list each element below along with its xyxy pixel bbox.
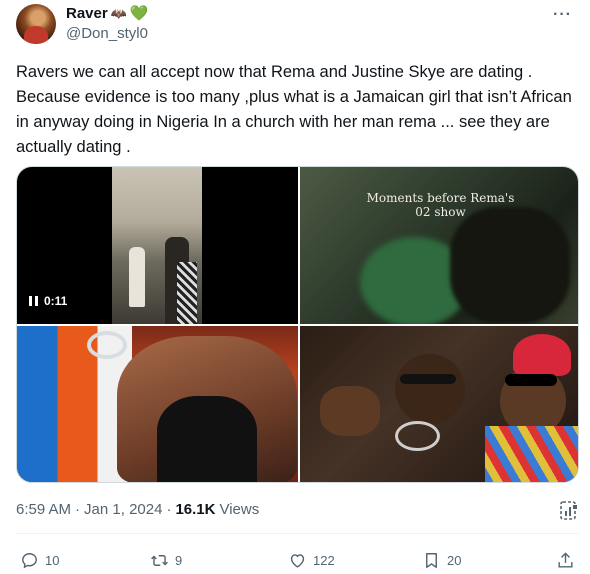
share-button[interactable] — [556, 551, 575, 570]
media-image-4[interactable] — [300, 326, 578, 482]
views-count: 16.1K — [175, 501, 216, 518]
meta-separator: · — [166, 501, 172, 518]
media-grid: 0:11 Moments before Rema's 02 show — [16, 166, 579, 483]
views-label: Views — [219, 501, 260, 518]
retweet-button[interactable]: 9 — [150, 551, 182, 570]
image-shape — [395, 354, 465, 424]
avatar[interactable] — [16, 4, 56, 44]
media-image-2[interactable]: Moments before Rema's 02 show — [300, 167, 578, 324]
media-image-3[interactable] — [17, 326, 298, 482]
divider — [16, 533, 579, 534]
green-heart-emoji: 💚 — [129, 5, 149, 22]
heart-icon — [290, 554, 305, 568]
retweet-icon — [151, 555, 168, 566]
more-options-icon[interactable]: ··· — [553, 6, 572, 24]
like-count: 122 — [313, 553, 335, 568]
reply-count: 10 — [45, 553, 60, 568]
meta-separator: · — [75, 501, 81, 518]
video-badge[interactable]: 0:11 — [29, 294, 67, 308]
image-shape — [87, 331, 127, 359]
bat-emoji: 🦇 — [110, 5, 127, 21]
reply-button[interactable]: 10 — [20, 551, 59, 570]
reply-icon — [22, 553, 37, 568]
image-caption: Moments before Rema's 02 show — [300, 191, 578, 219]
image-shape — [320, 386, 380, 436]
share-icon — [558, 552, 573, 568]
image-shape — [395, 421, 440, 451]
bookmark-count: 20 — [447, 553, 462, 568]
image-shape — [485, 426, 578, 482]
image-shape — [505, 374, 557, 386]
tweet-time[interactable]: 6:59 AM — [16, 501, 71, 518]
author-handle[interactable]: @Don_styl0 — [66, 25, 148, 42]
tweet-text: Ravers we can all accept now that Rema a… — [16, 63, 572, 156]
video-person — [129, 247, 145, 307]
video-duration: 0:11 — [44, 294, 68, 308]
caption-line-1: Moments before Rema's — [366, 191, 515, 205]
bookmark-icon — [426, 553, 437, 568]
tweet-date[interactable]: Jan 1, 2024 — [84, 501, 162, 518]
author-name-row: Raver 🦇 💚 — [66, 4, 149, 23]
image-shape — [157, 396, 257, 482]
like-button[interactable]: 122 — [288, 551, 335, 570]
tweet: Raver 🦇 💚 @Don_styl0 ··· Ravers we can a… — [0, 0, 590, 574]
retweet-count: 9 — [175, 553, 183, 568]
bookmark-button[interactable]: 20 — [422, 551, 461, 570]
image-shape — [513, 334, 571, 376]
tweet-meta: 6:59 AM · Jan 1, 2024 · 16.1K Views — [16, 501, 259, 518]
caption-line-2: 02 show — [415, 205, 466, 219]
analytics-icon[interactable] — [560, 501, 578, 521]
image-shape — [450, 207, 570, 324]
pause-icon[interactable] — [29, 296, 38, 306]
image-shape — [400, 374, 456, 384]
display-name[interactable]: Raver — [66, 5, 108, 22]
video-person — [177, 262, 197, 324]
video-thumbnail[interactable]: 0:11 — [17, 167, 298, 324]
